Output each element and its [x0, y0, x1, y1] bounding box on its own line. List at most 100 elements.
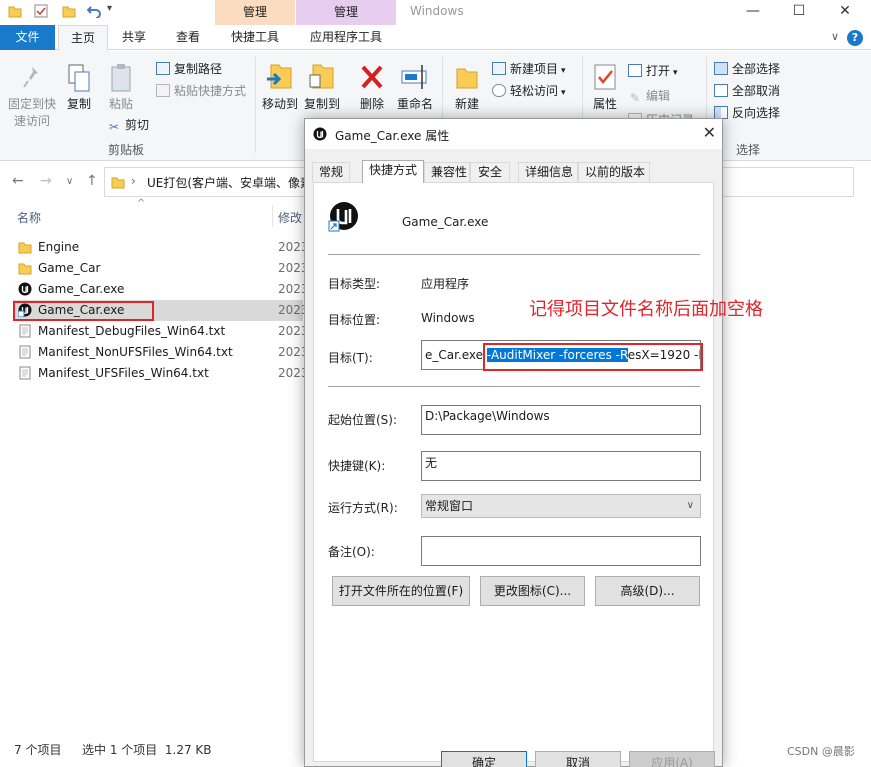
apply-button[interactable]: 应用(A)	[629, 751, 715, 767]
paste-button[interactable]: 粘贴	[104, 63, 138, 112]
run-mode-value: 常规窗口	[425, 499, 474, 513]
move-to-icon	[267, 64, 292, 89]
select-all-label: 全部选择	[732, 62, 781, 76]
comment-field[interactable]	[421, 536, 701, 566]
unreal-icon	[313, 127, 327, 141]
tab-home[interactable]: 主页	[58, 25, 108, 51]
folder-icon[interactable]	[8, 4, 22, 21]
minimize-button[interactable]: —	[730, 0, 776, 25]
select-none-button[interactable]: 全部取消	[714, 82, 780, 99]
tab-security[interactable]: 安全	[470, 162, 510, 182]
cut-label: 剪切	[125, 118, 150, 132]
chevron-down-icon[interactable]: ∨	[831, 30, 839, 43]
maximize-button[interactable]: ☐	[776, 0, 822, 25]
group-separator	[255, 57, 256, 153]
customize-toolbar-icon[interactable]: ▾	[107, 3, 112, 14]
new-folder-icon[interactable]	[62, 4, 76, 21]
properties-button[interactable]: 属性	[588, 61, 622, 112]
start-in-field[interactable]: D:\Package\Windows	[421, 405, 701, 435]
change-icon-button[interactable]: 更改图标(C)...	[480, 576, 585, 606]
new-folder-button[interactable]: 新建	[450, 61, 484, 112]
column-header-name[interactable]: 名称	[17, 209, 41, 226]
tab-view[interactable]: 查看	[166, 25, 210, 50]
target-text-pre: e_Car.exe	[425, 348, 487, 362]
help-icon[interactable]: ?	[847, 30, 863, 46]
tab-general[interactable]: 常规	[312, 162, 350, 182]
ok-button[interactable]: 确定	[441, 751, 527, 767]
tab-share[interactable]: 共享	[112, 25, 156, 50]
new-item-icon	[492, 62, 506, 75]
list-item[interactable]: Manifest_DebugFiles_Win64.txt 2023	[13, 321, 305, 342]
paste-label: 粘贴	[108, 97, 133, 111]
context-tab-manage-app[interactable]: 管理	[296, 0, 396, 25]
target-type-value: 应用程序	[421, 277, 470, 291]
open-icon	[628, 64, 642, 77]
sort-up-icon: ^	[137, 198, 146, 209]
breadcrumb[interactable]: UE打包(客户端、安卓端、像素	[147, 174, 312, 191]
recent-locations-icon[interactable]: ∨	[66, 176, 73, 187]
tab-shortcut-tools[interactable]: 快捷工具	[218, 25, 292, 50]
properties-icon[interactable]	[34, 4, 48, 21]
new-folder-label: 新建	[454, 97, 479, 111]
move-to-button[interactable]: 移动到	[260, 61, 300, 112]
copy-label: 复制	[66, 97, 91, 111]
undo-icon[interactable]	[86, 4, 101, 21]
back-arrow-icon[interactable]: ←	[12, 173, 24, 189]
pin-quick-access-button[interactable]: 固定到快 速访问	[6, 63, 58, 129]
file-date: 2023	[278, 324, 305, 338]
cut-button[interactable]: ✂ 剪切	[107, 116, 149, 134]
file-date: 2023	[278, 261, 305, 275]
list-item[interactable]: Game_Car 2023	[13, 258, 305, 279]
tab-app-tools[interactable]: 应用程序工具	[300, 25, 392, 50]
column-divider[interactable]	[272, 205, 273, 227]
copy-icon	[68, 64, 90, 92]
list-item[interactable]: Manifest_UFSFiles_Win64.txt 2023	[13, 363, 305, 384]
run-mode-select[interactable]: 常规窗口 ∨	[421, 494, 701, 518]
delete-button[interactable]: 删除	[356, 61, 388, 112]
copy-path-button[interactable]: 复制路径	[156, 60, 222, 77]
up-arrow-icon[interactable]: ↑	[86, 173, 98, 189]
list-item[interactable]: Game_Car.exe 2023	[13, 279, 305, 300]
open-button[interactable]: 打开 ▾	[628, 62, 678, 79]
list-item[interactable]: Engine 2023	[13, 237, 305, 258]
select-all-button[interactable]: 全部选择	[714, 60, 780, 77]
easy-access-button[interactable]: 轻松访问 ▾	[492, 82, 566, 99]
file-name: Manifest_DebugFiles_Win64.txt	[38, 324, 226, 338]
tab-previous-versions[interactable]: 以前的版本	[578, 162, 650, 182]
target-type-label: 目标类型:	[328, 277, 381, 291]
tab-file[interactable]: 文件	[0, 25, 55, 50]
list-item[interactable]: Manifest_NonUFSFiles_Win64.txt 2023	[13, 342, 305, 363]
hotkey-field[interactable]: 无	[421, 451, 701, 481]
file-name: Game_Car	[38, 261, 101, 275]
invert-selection-button[interactable]: 反向选择	[714, 104, 780, 121]
paste-shortcut-button[interactable]: 粘贴快捷方式	[156, 82, 246, 99]
column-header-date[interactable]: 修改	[278, 209, 302, 226]
copy-path-icon	[156, 62, 170, 75]
item-count: 7 个项目	[14, 743, 62, 757]
rename-label: 重命名	[396, 97, 433, 111]
tab-details[interactable]: 详细信息	[518, 162, 578, 182]
advanced-button[interactable]: 高级(D)...	[595, 576, 700, 606]
select-all-icon	[714, 62, 728, 75]
context-tab-manage-shortcut[interactable]: 管理	[215, 0, 295, 25]
tab-compatibility[interactable]: 兼容性	[424, 162, 470, 182]
pin-icon	[23, 67, 38, 88]
select-none-label: 全部取消	[732, 84, 781, 98]
forward-arrow-icon[interactable]: →	[40, 173, 52, 189]
divider	[328, 254, 700, 255]
target-location-value: Windows	[421, 311, 475, 325]
rename-button[interactable]: 重命名	[394, 61, 436, 112]
edit-button[interactable]: ✎ 编辑	[628, 87, 670, 105]
copy-to-button[interactable]: 复制到	[302, 61, 342, 112]
unreal-shortcut-icon	[328, 202, 358, 232]
cancel-button[interactable]: 取消	[535, 751, 621, 767]
open-file-location-button[interactable]: 打开文件所在的位置(F)	[332, 576, 470, 606]
copy-button[interactable]: 复制	[62, 63, 96, 112]
dialog-title-bar[interactable]: Game_Car.exe 属性 ✕	[305, 119, 722, 149]
close-icon[interactable]: ✕	[703, 123, 716, 142]
text-file-icon	[19, 366, 31, 380]
tab-shortcut[interactable]: 快捷方式	[362, 160, 424, 183]
chevron-down-icon: ∨	[686, 500, 694, 511]
close-button[interactable]: ✕	[822, 0, 868, 25]
new-item-button[interactable]: 新建项目 ▾	[492, 60, 566, 77]
